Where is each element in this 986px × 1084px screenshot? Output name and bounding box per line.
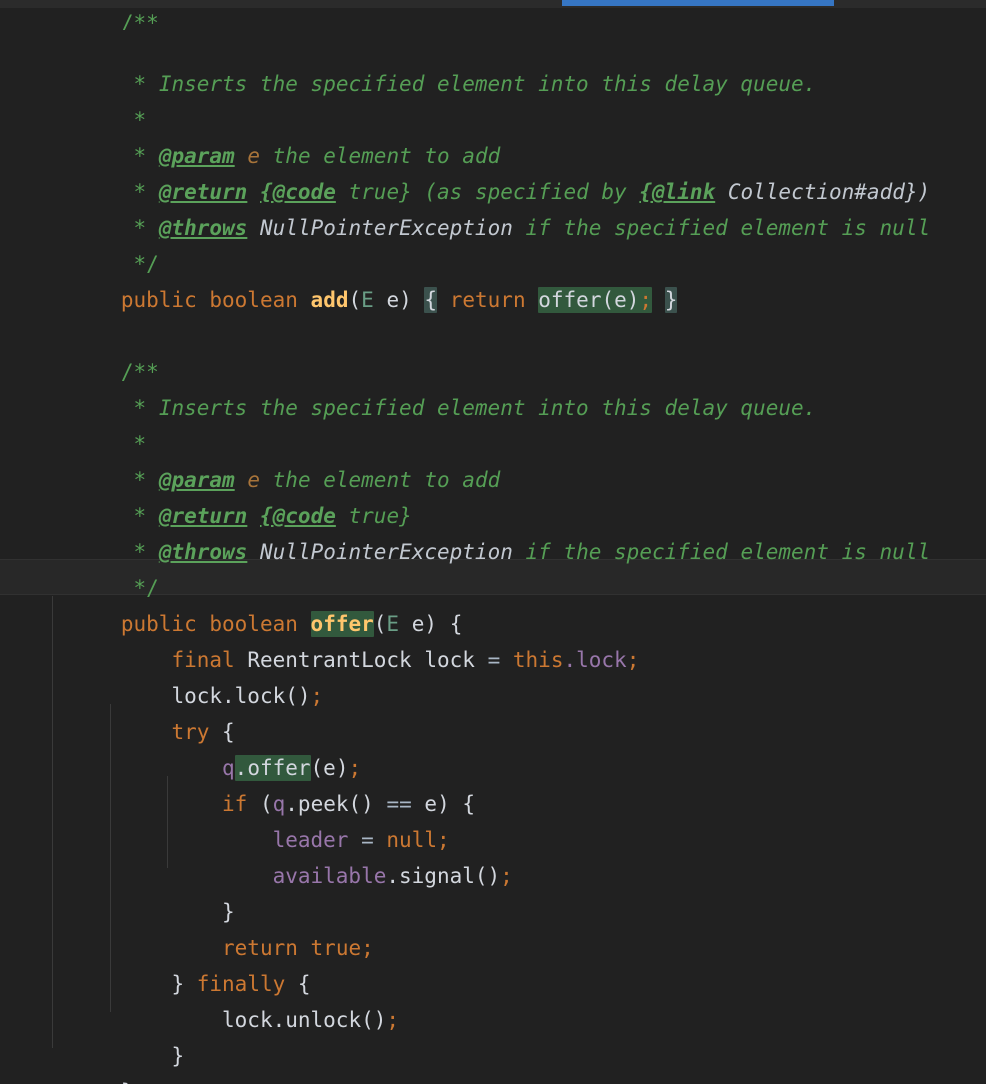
code-line[interactable]: *: [0, 66, 986, 132]
code-line[interactable]: } finally {: [0, 930, 986, 996]
code-line[interactable]: *: [0, 390, 986, 456]
code-line[interactable]: }: [0, 858, 986, 924]
code-line[interactable]: available.signal();: [0, 822, 986, 888]
code-line[interactable]: final ReentrantLock lock = this.lock;: [0, 606, 986, 672]
scrollbar-thumb[interactable]: [562, 0, 834, 6]
code-line[interactable]: * @param e the element to add: [0, 426, 986, 492]
close-brace-method: }: [121, 1080, 134, 1084]
javadoc-open-token: /**: [120, 11, 159, 31]
code-line[interactable]: * @throws NullPointerException if the sp…: [0, 174, 986, 240]
code-line[interactable]: try {: [0, 678, 986, 744]
code-line-method-add[interactable]: public boolean add(E e) { return offer(e…: [0, 246, 986, 313]
code-line[interactable]: if (q.peek() == e) {: [0, 750, 986, 816]
code-line[interactable]: */: [0, 534, 986, 600]
code-line[interactable]: * @throws NullPointerException if the sp…: [0, 498, 986, 564]
code-line[interactable]: leader = null;: [0, 786, 986, 852]
code-line[interactable]: lock.lock();: [0, 642, 986, 708]
code-line[interactable]: * @return {@code true} (as specified by …: [0, 138, 986, 204]
code-line[interactable]: * @return {@code true}: [0, 462, 986, 528]
code-line[interactable]: }: [0, 1038, 986, 1084]
code-lines-container[interactable]: /** * Inserts the specified element into…: [0, 8, 986, 1084]
code-line[interactable]: * Inserts the specified element into thi…: [0, 354, 986, 420]
code-line[interactable]: /**: [0, 8, 986, 31]
code-line[interactable]: q.offer(e);: [0, 714, 986, 781]
editor-horizontal-scrollbar-track[interactable]: [0, 0, 986, 8]
code-line[interactable]: }: [0, 1002, 986, 1068]
code-line[interactable]: /**: [0, 318, 986, 384]
code-line[interactable]: */: [0, 210, 986, 276]
code-line[interactable]: * Inserts the specified element into thi…: [0, 30, 986, 96]
code-line[interactable]: lock.unlock();: [0, 966, 986, 1032]
code-line-blank[interactable]: [0, 282, 986, 318]
code-line[interactable]: return true;: [0, 894, 986, 960]
code-line[interactable]: * @param e the element to add: [0, 102, 986, 168]
code-line-method-offer[interactable]: public boolean offer(E e) {: [0, 570, 986, 637]
code-editor-surface[interactable]: /** * Inserts the specified element into…: [0, 8, 986, 1084]
